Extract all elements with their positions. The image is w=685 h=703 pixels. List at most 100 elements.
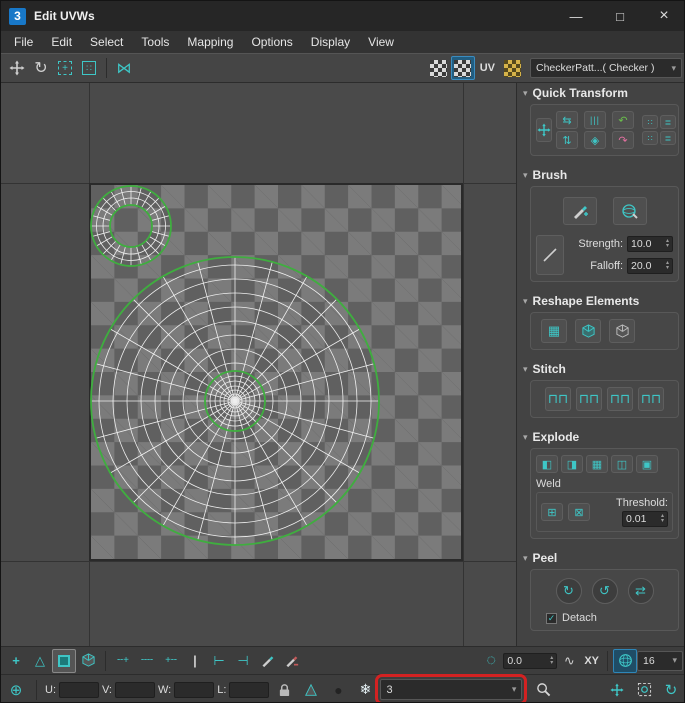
menu-mapping[interactable]: Mapping xyxy=(178,31,242,53)
uv-wireframe-mesh[interactable] xyxy=(1,83,516,646)
align-element-button[interactable]: ◈ xyxy=(584,131,606,149)
align-horizontal-button[interactable]: ⇆ xyxy=(556,111,578,129)
paint-deselect-button[interactable] xyxy=(279,649,303,673)
select-grow-loop-button[interactable]: +╌ xyxy=(159,649,183,673)
falloff-curve-button[interactable] xyxy=(536,235,564,275)
mirror-tool-button[interactable]: ⋈ xyxy=(112,56,136,80)
map-channel-dropdown[interactable]: 3 ▾ xyxy=(375,674,528,702)
detach-checkbox[interactable]: ✓ xyxy=(546,612,557,624)
rollout-reshape-header[interactable]: ▾ Reshape Elements xyxy=(517,291,684,311)
freeform-tool-button[interactable]: ∷ xyxy=(77,56,101,80)
stitch-target-button[interactable]: ⊓⊓ xyxy=(638,387,664,411)
u-field[interactable] xyxy=(59,681,99,698)
menu-display[interactable]: Display xyxy=(302,31,359,53)
edge-mode-button[interactable]: △ xyxy=(28,649,52,673)
reset-peel-button[interactable]: ⇄ xyxy=(627,578,654,604)
lock-selection-button[interactable] xyxy=(272,678,296,702)
distribute-h-button[interactable]: ∷ xyxy=(642,131,658,145)
distribute-v-button[interactable]: ≣ xyxy=(660,131,676,145)
spinner-arrows-icon[interactable]: ▴ ▾ xyxy=(661,513,664,524)
align-grid-button[interactable]: ≣ xyxy=(660,115,676,129)
menu-options[interactable]: Options xyxy=(242,31,301,53)
edge-bar-button[interactable]: | xyxy=(183,649,207,673)
strength-spinner[interactable]: 10.0 ▴ ▾ xyxy=(627,236,673,252)
space-vertical-button[interactable]: ||| xyxy=(584,111,606,129)
explode-smoothing-button[interactable]: ◫ xyxy=(611,455,633,473)
rollout-quick-transform-header[interactable]: ▾ Quick Transform xyxy=(517,83,684,103)
rotate-tool-button[interactable]: ↻ xyxy=(29,56,53,80)
falloff-spinner[interactable]: 20.0 ▴ ▾ xyxy=(627,258,673,274)
break-edge-button[interactable]: ◨ xyxy=(561,455,583,473)
w-field[interactable] xyxy=(174,681,215,698)
stitch-average-button[interactable]: ⊓⊓ xyxy=(607,387,633,411)
texture-selector-dropdown[interactable]: CheckerPatt...( Checker ) ▾ xyxy=(530,58,682,78)
shrink-selection-button[interactable]: ⊣ xyxy=(231,649,255,673)
v-field[interactable] xyxy=(115,681,155,698)
spinner-arrows-icon[interactable]: ▴ ▾ xyxy=(666,260,669,271)
limit-soft-selection-button[interactable] xyxy=(613,648,637,673)
menu-file[interactable]: File xyxy=(5,31,42,53)
straighten-button[interactable]: ▦ xyxy=(541,319,567,343)
rescale-element-button[interactable] xyxy=(609,319,635,343)
menu-select[interactable]: Select xyxy=(81,31,132,53)
absolute-typein-button[interactable]: ⊕ xyxy=(4,678,28,702)
menu-edit[interactable]: Edit xyxy=(42,31,81,53)
paint-select-button[interactable] xyxy=(255,649,279,673)
minimize-button[interactable]: — xyxy=(554,1,598,31)
explode-material-button[interactable]: ▣ xyxy=(636,455,658,473)
close-button[interactable]: × xyxy=(642,1,684,31)
move-tool-button[interactable] xyxy=(5,56,29,80)
checker-pattern-button[interactable] xyxy=(500,56,524,80)
select-ring-button[interactable]: ╌╌ xyxy=(135,649,159,673)
stitch-custom-button[interactable]: ⊓⊓ xyxy=(545,387,571,411)
freeze-button[interactable]: ❄ xyxy=(353,678,377,702)
rotate-cw-button[interactable]: ↷ xyxy=(612,131,634,149)
l-field[interactable] xyxy=(229,681,270,698)
break-face-button[interactable]: ▦ xyxy=(586,455,608,473)
rotate-ccw-button[interactable]: ↶ xyxy=(612,111,634,129)
uv-editor-canvas[interactable] xyxy=(1,83,516,646)
move-selected-button[interactable] xyxy=(536,118,552,142)
pan-tool-button[interactable] xyxy=(605,678,629,702)
relax-brush-button[interactable] xyxy=(612,197,647,225)
rollout-peel-header[interactable]: ▾ Peel xyxy=(517,548,684,568)
element-mode-button[interactable] xyxy=(76,649,100,673)
menu-view[interactable]: View xyxy=(359,31,403,53)
weld-selected-button[interactable]: ⊞ xyxy=(541,503,563,521)
paint-move-brush-button[interactable] xyxy=(562,197,597,225)
rollout-brush-header[interactable]: ▾ Brush xyxy=(517,165,684,185)
select-by-smoothing-button[interactable]: ● xyxy=(326,678,350,702)
preview-selection-button[interactable] xyxy=(299,678,323,702)
zoom-region-button[interactable] xyxy=(632,678,656,702)
polygon-mode-button[interactable] xyxy=(52,648,76,673)
rollout-stitch-header[interactable]: ▾ Stitch xyxy=(517,359,684,379)
quick-peel-button[interactable]: ↻ xyxy=(555,578,582,604)
show-map-button[interactable] xyxy=(427,56,451,80)
select-loop-button[interactable]: ╌+ xyxy=(111,649,135,673)
rollout-explode-header[interactable]: ▾ Explode xyxy=(517,427,684,447)
falloff-curve-button[interactable]: ∿ xyxy=(557,649,581,673)
peel-mode-button[interactable]: ↺ xyxy=(591,578,618,604)
grow-selection-button[interactable]: ⊢ xyxy=(207,649,231,673)
align-vertical-button[interactable]: ⇅ xyxy=(556,131,578,149)
relax-element-button[interactable] xyxy=(575,319,601,343)
threshold-spinner[interactable]: 0.01 ▴ ▾ xyxy=(622,511,668,527)
maximize-button[interactable]: □ xyxy=(598,1,642,31)
soft-selection-value-spinner[interactable]: 0.0 ▴ ▾ xyxy=(503,652,558,669)
soft-selection-button[interactable]: ◌ xyxy=(479,649,503,673)
align-pivot-button[interactable]: ∷ xyxy=(642,115,658,129)
limit-value-dropdown[interactable]: 16 ▾ xyxy=(637,650,683,671)
break-vertex-button[interactable]: ◧ xyxy=(536,455,558,473)
zoom-extents-button[interactable]: ↻ xyxy=(659,678,683,702)
toolbar-separator xyxy=(36,679,37,700)
show-map-active-button[interactable] xyxy=(450,56,475,80)
menu-tools[interactable]: Tools xyxy=(132,31,178,53)
zoom-tool-button[interactable] xyxy=(531,678,555,702)
spinner-arrows-icon[interactable]: ▴ ▾ xyxy=(550,655,553,666)
vertex-mode-button[interactable]: + xyxy=(4,649,28,673)
weld-all-button[interactable]: ⊠ xyxy=(568,503,590,521)
stitch-source-button[interactable]: ⊓⊓ xyxy=(576,387,602,411)
spinner-arrows-icon[interactable]: ▴ ▾ xyxy=(666,238,669,249)
scale-tool-button[interactable]: + xyxy=(53,56,77,80)
titlebar[interactable]: 3 Edit UVWs — □ × xyxy=(1,1,684,31)
